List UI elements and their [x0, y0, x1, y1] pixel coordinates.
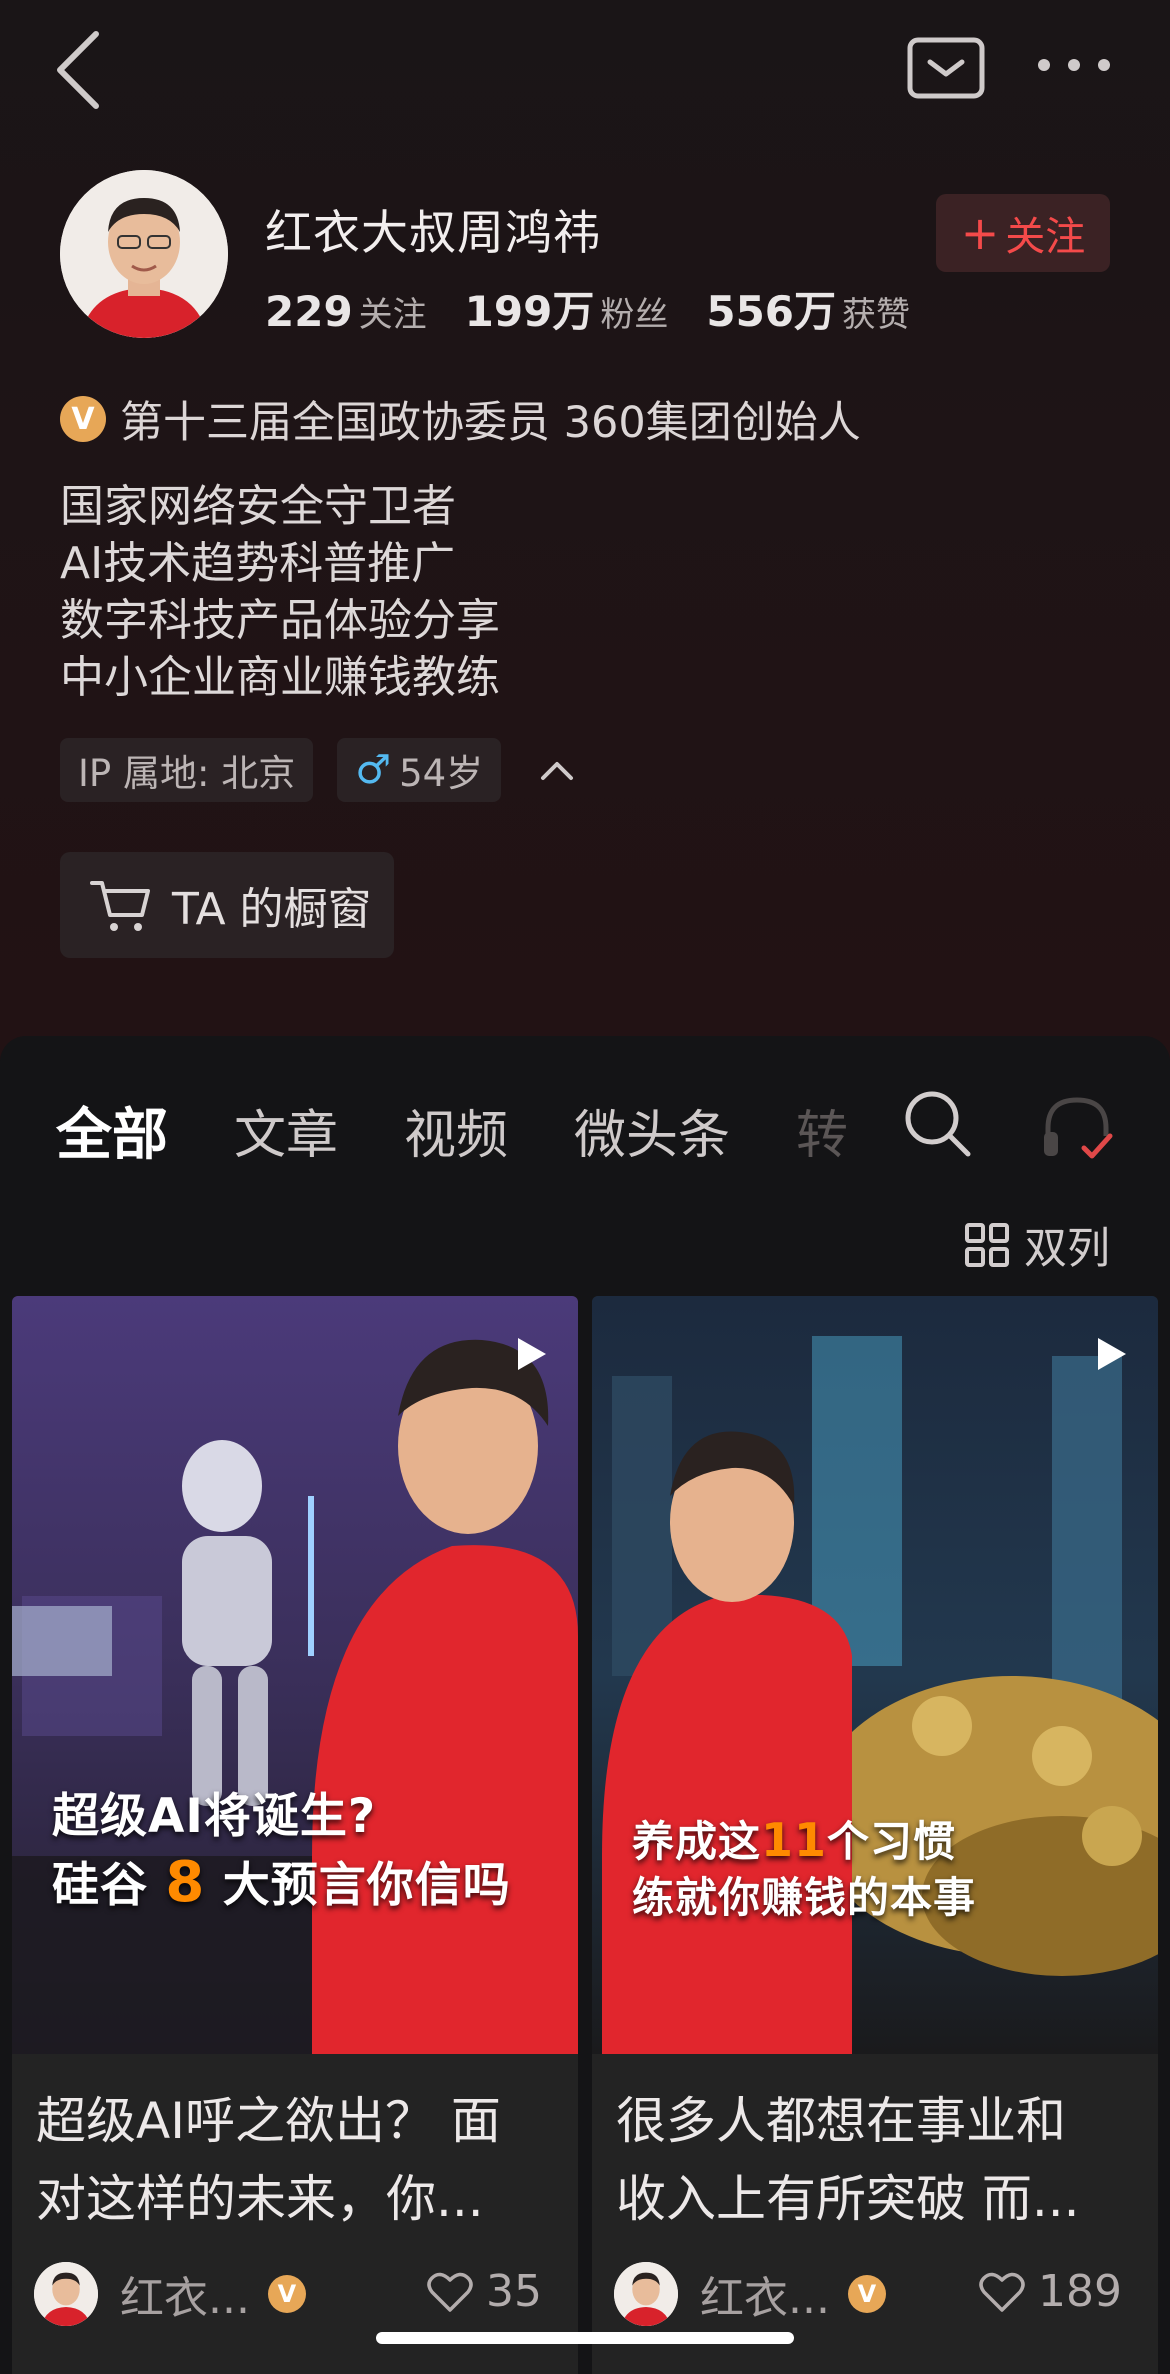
search-icon[interactable]: [902, 1088, 974, 1160]
grid-icon: [965, 1223, 1009, 1267]
heart-icon: [427, 2272, 473, 2312]
overlay-line: 硅谷 8 大预言你信吗: [52, 1850, 511, 1919]
plus-icon: +: [960, 206, 1000, 260]
overlay-line: 练就你赚钱的本事: [632, 1873, 977, 1922]
author-avatar-image: [34, 2262, 98, 2326]
thumbnail-overlay-text: 超级AI将诞生? 硅谷 8 大预言你信吗: [52, 1784, 511, 1919]
profile-name: 红衣大叔周鸿祎: [265, 206, 601, 261]
stat-fans-label: 粉丝: [600, 295, 669, 335]
card-author[interactable]: 红衣... V: [614, 2262, 886, 2326]
like-count[interactable]: 35: [426, 2266, 542, 2317]
profile-tags: IP 属地: 北京 ♂ 54岁: [60, 738, 579, 802]
card-caption[interactable]: 超级AI呼之欲出？ 面 对这样的未来，你...: [36, 2082, 556, 2238]
caption-line: 收入上有所突破 而...: [616, 2170, 1080, 2228]
stat-fans[interactable]: 199万 粉丝: [465, 278, 669, 339]
bio-line: AI技术趋势科普推广: [60, 538, 456, 589]
verified-badge-icon: V: [60, 396, 106, 442]
bio-line: 中小企业商业赚钱教练: [60, 652, 500, 703]
tab-reposts[interactable]: 转: [796, 1093, 848, 1168]
back-arrow-icon[interactable]: [50, 28, 110, 112]
caption-line: 很多人都想在事业和: [616, 2092, 1066, 2150]
video-card[interactable]: 养成这11个习惯 练就你赚钱的本事 很多人都想在事业和 收入上有所突破 而...…: [592, 1296, 1158, 2374]
thumbnail-overlay-text: 养成这11个习惯 练就你赚钱的本事: [632, 1812, 976, 1926]
shop-window-label: TA 的橱窗: [172, 884, 372, 935]
shop-window-button[interactable]: TA 的橱窗: [60, 852, 394, 958]
stat-following-count: 229: [265, 287, 353, 336]
follow-button[interactable]: + 关注: [936, 194, 1110, 272]
overlay-highlight: 8: [165, 1850, 206, 1915]
overlay-text: 个习惯: [827, 1817, 957, 1866]
ip-location-tag: IP 属地: 北京: [60, 738, 314, 802]
verification-text: 第十三届全国政协委员 360集团创始人: [120, 398, 861, 448]
bio: 国家网络安全守卫者 AI技术趋势科普推广 数字科技产品体验分享 中小企业商业赚钱…: [60, 478, 500, 706]
home-indicator[interactable]: [376, 2332, 794, 2344]
male-icon: ♂: [355, 747, 392, 793]
profile-page: 红衣大叔周鸿祎 229 关注 199万 粉丝 556万 获赞 + 关注 V 第十…: [0, 0, 1170, 2374]
tab-videos[interactable]: 视频: [404, 1093, 508, 1168]
cart-icon: [90, 881, 150, 931]
stat-following[interactable]: 229 关注: [265, 287, 427, 336]
view-mode-toggle[interactable]: 双列: [964, 1214, 1110, 1276]
tab-articles[interactable]: 文章: [234, 1093, 338, 1168]
like-count-value: 189: [1038, 2266, 1122, 2317]
avatar-portrait: [60, 170, 228, 338]
play-icon: [518, 1338, 546, 1370]
play-icon: [1098, 1338, 1126, 1370]
stat-likes[interactable]: 556万 获赞: [706, 278, 910, 339]
overlay-text: 硅谷: [52, 1858, 166, 1913]
video-card[interactable]: 超级AI将诞生? 硅谷 8 大预言你信吗 超级AI呼之欲出？ 面 对这样的未来，…: [12, 1296, 578, 2374]
headphones-icon[interactable]: [1040, 1092, 1114, 1162]
author-avatar: [34, 2262, 98, 2326]
overlay-highlight: 11: [761, 1813, 828, 1867]
verified-badge-icon: V: [267, 2275, 306, 2313]
like-count[interactable]: 189: [978, 2266, 1122, 2317]
view-mode-label: 双列: [1024, 1224, 1110, 1274]
video-thumbnail[interactable]: 养成这11个习惯 练就你赚钱的本事: [592, 1296, 1158, 2054]
overlay-text: 养成这: [632, 1817, 762, 1866]
like-count-value: 35: [486, 2266, 542, 2317]
age-tag: ♂ 54岁: [337, 738, 502, 802]
card-caption[interactable]: 很多人都想在事业和 收入上有所突破 而...: [616, 2082, 1136, 2238]
follow-label: 关注: [1005, 214, 1086, 260]
chevron-up-icon[interactable]: [535, 750, 579, 790]
overlay-text: 大预言你信吗: [205, 1858, 511, 1913]
tab-all[interactable]: 全部: [56, 1090, 168, 1171]
overlay-line: 超级AI将诞生?: [52, 1789, 377, 1844]
stat-fans-count: 199万: [464, 287, 595, 336]
tab-micro-posts[interactable]: 微头条: [574, 1093, 730, 1168]
message-icon[interactable]: [906, 36, 986, 100]
verified-badge-icon: V: [847, 2275, 886, 2313]
author-name: 红衣...: [120, 2273, 250, 2324]
thumbnail-image: [12, 1296, 578, 2054]
top-bar: [0, 0, 1170, 140]
caption-line: 对这样的未来，你...: [36, 2170, 484, 2228]
thumbnail-image: [592, 1296, 1158, 2054]
heart-icon: [979, 2272, 1025, 2312]
verification-row: V 第十三届全国政协委员 360集团创始人: [60, 388, 861, 450]
overlay-line: 养成这11个习惯: [632, 1812, 976, 1870]
more-icon[interactable]: [1034, 50, 1114, 80]
card-author[interactable]: 红衣... V: [34, 2262, 306, 2326]
stat-likes-label: 获赞: [842, 295, 911, 335]
caption-line: 超级AI呼之欲出？ 面: [36, 2092, 501, 2150]
bio-line: 国家网络安全守卫者: [60, 481, 456, 532]
author-name: 红衣...: [700, 2273, 830, 2324]
stat-following-label: 关注: [358, 295, 427, 335]
age-label: 54岁: [399, 752, 484, 795]
video-thumbnail[interactable]: 超级AI将诞生? 硅谷 8 大预言你信吗: [12, 1296, 578, 2054]
content-tabs: 全部 文章 视频 微头条 转: [56, 1090, 914, 1171]
author-avatar: [614, 2262, 678, 2326]
stat-likes-count: 556万: [706, 287, 837, 336]
profile-stats: 229 关注 199万 粉丝 556万 获赞: [265, 278, 948, 339]
avatar[interactable]: [60, 170, 228, 338]
author-avatar-image: [614, 2262, 678, 2326]
bio-line: 数字科技产品体验分享: [60, 595, 500, 646]
